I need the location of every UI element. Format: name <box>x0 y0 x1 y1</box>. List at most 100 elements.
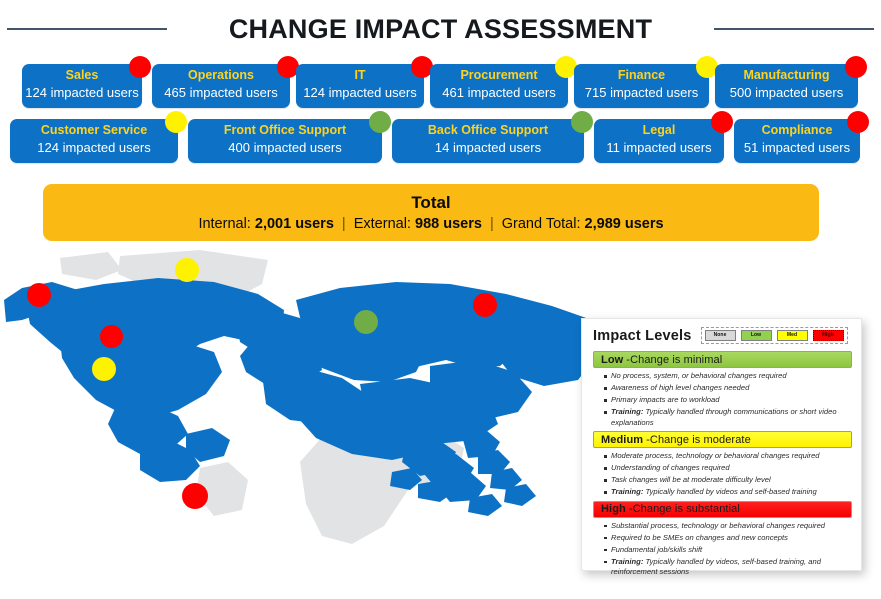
map-marker-greenland <box>175 258 199 282</box>
internal-label: Internal: <box>198 215 251 232</box>
impact-level-bullets: Moderate process, technology or behavior… <box>593 451 852 498</box>
internal-value: 2,001 users <box>254 215 334 232</box>
total-summary-line: Internal: 2,001 users | External: 988 us… <box>198 214 663 234</box>
title-rule-right <box>714 28 875 30</box>
bullet-item: Required to be SMEs on changes and new c… <box>604 533 850 544</box>
department-card[interactable]: Customer Service 124 impacted users <box>10 111 187 163</box>
department-name: Back Office Support <box>427 123 549 137</box>
department-row-1: Sales 124 impacted users Operations 465 imp… <box>0 56 881 112</box>
department-name: Finance <box>617 68 666 82</box>
department-card[interactable]: Finance 715 impacted users <box>574 56 718 108</box>
bullet-item: Primary impacts are to workload <box>604 395 850 406</box>
impact-level-description: Change is minimal <box>630 353 723 366</box>
impact-chip-high: High <box>812 330 844 341</box>
department-name: Legal <box>642 123 676 137</box>
impact-level-heading-low: Low - Change is minimal <box>593 351 852 368</box>
impact-level-high: High - Change is substantial Substantial p… <box>593 500 852 578</box>
total-separator-2: | <box>489 215 494 232</box>
department-impacted-users: 461 impacted users <box>442 85 556 100</box>
impact-levels-legend: Impact Levels None Low Med High Low - Change… <box>581 318 862 576</box>
bullet-text: Moderate process, technology or behavior… <box>611 451 820 460</box>
map-marker-canada <box>100 325 123 348</box>
bullet-item: No process, system, or behavioral change… <box>604 371 850 382</box>
department-card[interactable]: Operations 465 impacted users <box>152 56 299 108</box>
department-impacted-users: 124 impacted users <box>25 85 139 100</box>
bullet-text: Typically handled by videos and self-bas… <box>645 487 817 496</box>
department-card[interactable]: Back Office Support 14 impacted users <box>392 111 593 163</box>
total-title: Total <box>411 192 451 212</box>
total-banner: Total Internal: 2,001 users | External: … <box>43 184 819 241</box>
department-card[interactable]: Procurement 461 impacted users <box>430 56 577 108</box>
external-value: 988 users <box>415 215 482 232</box>
department-impacted-users: 124 impacted users <box>303 85 417 100</box>
impact-level-heading-med: Medium - Change is moderate <box>593 431 852 448</box>
page-title: CHANGE IMPACT ASSESSMENT <box>228 13 653 44</box>
bullet-lead: Training: <box>611 407 644 416</box>
bullet-item: Training: Typically handled by videos an… <box>604 487 850 498</box>
department-impacted-users: 14 impacted users <box>434 140 542 155</box>
bullet-item: Task changes will be at moderate difficu… <box>604 475 850 486</box>
impact-level-dot-green <box>571 111 593 133</box>
department-name: Front Office Support <box>223 123 347 137</box>
bullet-text: Fundamental job/skills shift <box>611 544 703 554</box>
impact-chip-med: Med <box>776 330 808 341</box>
department-impacted-users: 51 impacted users <box>743 140 851 155</box>
department-card[interactable]: Front Office Support 400 impacted users <box>188 111 391 163</box>
department-card[interactable]: Sales 124 impacted users <box>22 56 151 108</box>
impact-level-description: Change is substantial <box>632 503 740 515</box>
bullet-text: Awareness of high level changes needed <box>611 383 750 392</box>
impact-level-description: Change is moderate <box>649 433 751 446</box>
department-name: IT <box>354 68 366 82</box>
legend-chip-group: None Low Med High <box>700 327 848 344</box>
department-impacted-users: 715 impacted users <box>584 85 699 100</box>
bullet-item: Awareness of high level changes needed <box>604 383 850 394</box>
department-name: Sales <box>65 68 99 82</box>
department-name: Operations <box>188 68 254 82</box>
impact-level-name: Low <box>601 353 624 366</box>
bullet-lead: Training: <box>611 556 644 566</box>
impact-level-dot-red <box>711 111 733 133</box>
department-card[interactable]: Legal 11 impacted users <box>594 111 733 163</box>
map-marker-eastern-russia <box>473 293 497 317</box>
bullet-text: Typically handled by videos, self-based … <box>611 556 821 577</box>
department-card[interactable]: IT 124 impacted users <box>296 56 433 108</box>
department-cards: Sales 124 impacted users Operations 465 imp… <box>0 56 881 167</box>
department-card[interactable]: Compliance 51 impacted users <box>734 111 869 163</box>
bullet-text: Required to be SMEs on changes and new c… <box>611 532 788 542</box>
impact-chip-low: Low <box>740 330 772 341</box>
page-title-row: CHANGE IMPACT ASSESSMENT <box>0 8 881 50</box>
grand-total-value: 2,989 users <box>584 215 664 232</box>
bullet-text: Substantial process, technology or behav… <box>611 520 826 530</box>
impact-level-name: High <box>601 503 626 515</box>
map-marker-western-russia <box>354 310 378 334</box>
total-separator-1: | <box>341 215 346 232</box>
department-name: Procurement <box>460 68 538 82</box>
map-marker-brazil <box>182 483 208 509</box>
bullet-item: Training: Typically handled through comm… <box>604 407 850 428</box>
map-marker-united-states <box>92 357 116 381</box>
grand-total-label: Grand Total: <box>501 215 581 232</box>
impact-chip-none: None <box>704 330 736 341</box>
impact-level-dot-yellow <box>165 111 187 133</box>
impact-level-med: Medium - Change is moderate Moderate proce… <box>593 431 852 498</box>
impact-level-dot-red <box>845 56 867 78</box>
bullet-item: Moderate process, technology or behavior… <box>604 451 850 462</box>
department-name: Customer Service <box>40 123 148 137</box>
bullet-lead: Training: <box>611 487 644 496</box>
bullet-text: Primary impacts are to workload <box>611 395 720 404</box>
impact-level-bullets: Substantial process, technology or behav… <box>593 521 852 578</box>
bullet-item: Fundamental job/skills shift <box>604 545 850 556</box>
bullet-text: Typically handled through communications… <box>611 407 837 427</box>
bullet-item: Training: Typically handled by videos, s… <box>604 557 850 578</box>
title-rule-left <box>6 28 167 30</box>
impact-level-name: Medium <box>601 433 644 446</box>
department-impacted-users: 11 impacted users <box>606 140 712 155</box>
legend-header: Impact Levels None Low Med High <box>593 327 852 344</box>
department-impacted-users: 500 impacted users <box>729 85 844 100</box>
bullet-text: Understanding of changes required <box>611 463 730 472</box>
department-name: Manufacturing <box>743 68 830 82</box>
impact-level-dot-green <box>369 111 391 133</box>
bullet-text: Task changes will be at moderate difficu… <box>611 475 771 484</box>
impact-level-dot-red <box>129 56 151 78</box>
department-card[interactable]: Manufacturing 500 impacted users <box>715 56 867 108</box>
